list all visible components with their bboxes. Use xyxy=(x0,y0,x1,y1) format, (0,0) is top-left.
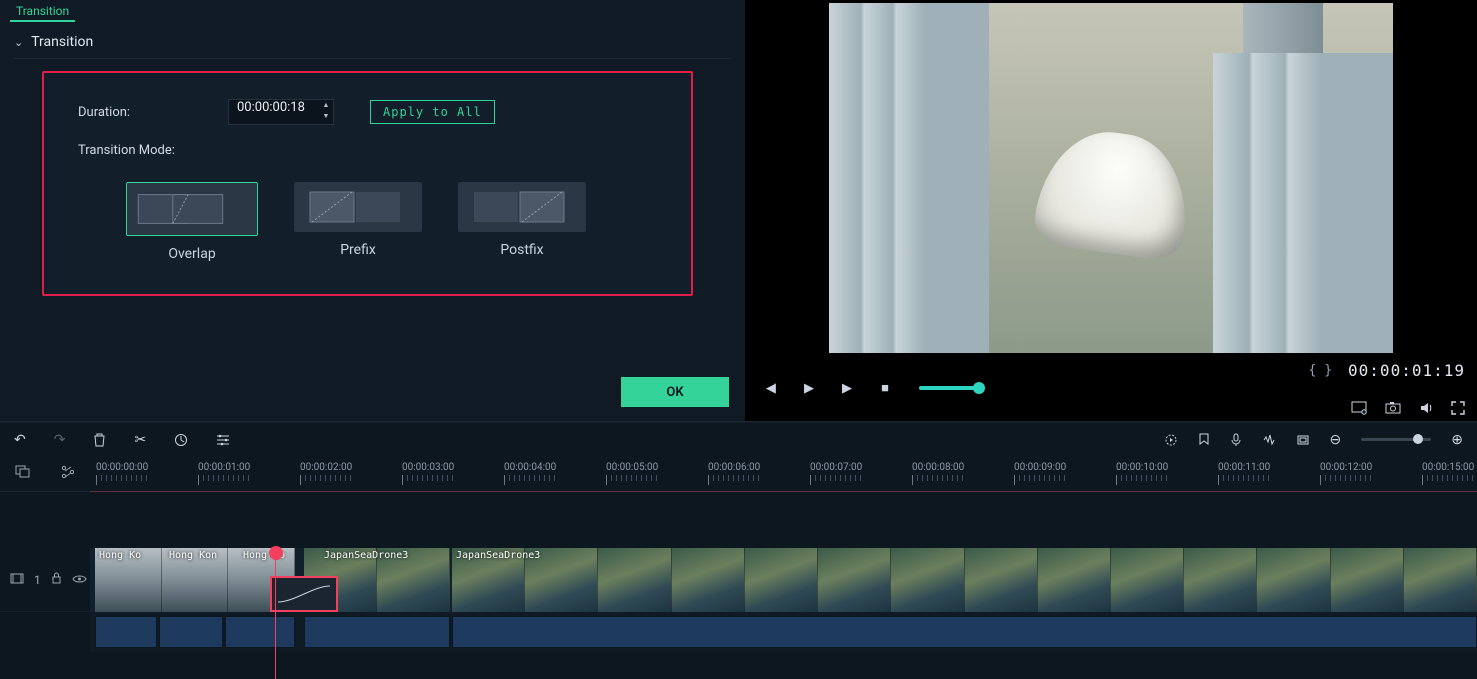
track-type-icon xyxy=(10,573,24,587)
video-track-1: 1 Hong Ko Hong Kon Hong Ko JapanSeaDrone… xyxy=(0,548,1477,612)
render-icon[interactable] xyxy=(1164,433,1178,447)
delete-icon[interactable] xyxy=(93,432,106,448)
transition-clip[interactable] xyxy=(270,576,338,612)
ruler-tick-label: 00:00:01:00 xyxy=(198,462,250,473)
mode-prefix-label: Prefix xyxy=(340,242,376,258)
undo-icon[interactable]: ↶ xyxy=(14,432,26,448)
ruler-tick-label: 00:00:05:00 xyxy=(606,462,658,473)
preview-panel: ◀| ▶ ▶ ■ { } 00:00:01:19 xyxy=(745,0,1477,421)
timeline: 00:00:00:00 00:00:01:00 00:00:02:00 00:00:0… xyxy=(0,456,1477,679)
audio-track-clips[interactable] xyxy=(90,612,1477,652)
ruler-tick-label: 00:00:15:00 xyxy=(1422,462,1474,473)
ruler-tick-label: 00:00:04:00 xyxy=(504,462,556,473)
preview-quality-icon[interactable] xyxy=(1351,401,1367,415)
audio-seg[interactable] xyxy=(304,616,450,648)
duration-step-down[interactable]: ▼ xyxy=(321,111,331,121)
video-track-clips[interactable]: Hong Ko Hong Kon Hong Ko JapanSeaDrone3 … xyxy=(90,548,1477,611)
transition-options-group: Duration: 00:00:00:18 ▲ ▼ Apply to All T… xyxy=(42,71,693,296)
chevron-down-icon: ⌄ xyxy=(14,36,23,49)
stop-button[interactable]: ■ xyxy=(875,378,895,398)
apply-to-all-button[interactable]: Apply to All xyxy=(370,100,495,124)
mode-option-prefix[interactable]: Prefix xyxy=(294,182,422,262)
zoom-out-icon[interactable]: ⊖ xyxy=(1330,432,1342,448)
tab-transition[interactable]: Transition xyxy=(10,2,75,22)
preview-frame xyxy=(829,3,1393,353)
ok-button[interactable]: OK xyxy=(621,377,729,407)
add-track-icon[interactable] xyxy=(15,465,30,482)
speed-icon[interactable] xyxy=(174,432,188,448)
ruler-tick-label: 00:00:08:00 xyxy=(912,462,964,473)
adjust-icon[interactable] xyxy=(216,432,230,448)
mode-option-overlap[interactable]: Overlap xyxy=(126,182,258,262)
volume-slider[interactable] xyxy=(919,386,979,390)
ruler-tick-label: 00:00:00:00 xyxy=(96,462,148,473)
mode-option-postfix[interactable]: Postfix xyxy=(458,182,586,262)
playhead[interactable] xyxy=(269,546,283,560)
audio-seg[interactable] xyxy=(159,616,223,648)
audio-seg[interactable] xyxy=(225,616,295,648)
duration-step-up[interactable]: ▲ xyxy=(321,100,331,110)
ruler-tick-label: 00:00:09:00 xyxy=(1014,462,1066,473)
ruler-tick-label: 00:00:07:00 xyxy=(810,462,862,473)
snapshot-icon[interactable] xyxy=(1385,401,1401,415)
split-icon[interactable]: ✂ xyxy=(134,432,146,448)
mode-overlap-label: Overlap xyxy=(168,246,215,262)
zoom-in-icon[interactable]: ⊕ xyxy=(1451,432,1463,448)
link-icon[interactable] xyxy=(61,465,75,483)
voiceover-icon[interactable] xyxy=(1230,433,1242,447)
redo-icon[interactable]: ↷ xyxy=(54,432,66,448)
duration-label: Duration: xyxy=(78,105,228,120)
preview-viewport[interactable] xyxy=(745,0,1477,355)
prev-frame-button[interactable]: ◀| xyxy=(761,378,781,398)
track-lock-icon[interactable] xyxy=(51,572,62,587)
ruler-tick-label: 00:00:12:00 xyxy=(1320,462,1372,473)
ruler-tick-label: 00:00:06:00 xyxy=(708,462,760,473)
clip-hongkong[interactable]: Hong Ko Hong Kon Hong Ko xyxy=(95,548,295,612)
ruler-tick-label: 00:00:03:00 xyxy=(402,462,454,473)
duration-input[interactable]: 00:00:00:18 xyxy=(228,99,334,125)
mute-icon[interactable] xyxy=(1419,401,1433,415)
audio-track-1 xyxy=(0,612,1477,652)
transition-mode-label: Transition Mode: xyxy=(78,143,228,158)
clip-japansea-2[interactable]: JapanSeaDrone3 xyxy=(452,548,1477,612)
section-header-transition[interactable]: ⌄ Transition xyxy=(14,34,731,59)
mode-postfix-label: Postfix xyxy=(500,242,543,258)
section-title: Transition xyxy=(31,34,93,50)
play-button[interactable]: ▶ xyxy=(837,378,857,398)
mark-in-out-icon[interactable]: { } xyxy=(1309,363,1332,378)
audio-seg[interactable] xyxy=(452,616,1477,648)
marker-icon[interactable] xyxy=(1198,433,1210,447)
track-number: 1 xyxy=(34,573,41,587)
play-backward-button[interactable]: ▶ xyxy=(799,378,819,398)
audio-mixer-icon[interactable] xyxy=(1262,433,1276,446)
ruler-tick-label: 00:00:02:00 xyxy=(300,462,352,473)
ruler-tick-label: 00:00:11:00 xyxy=(1218,462,1270,473)
timeline-toolbar: ↶ ↷ ✂ ⊖ ⊕ xyxy=(0,422,1477,456)
fullscreen-icon[interactable] xyxy=(1451,401,1465,415)
audio-seg[interactable] xyxy=(95,616,157,648)
time-ruler[interactable]: 00:00:00:00 00:00:01:00 00:00:02:00 00:00:0… xyxy=(90,456,1477,491)
preview-timecode: 00:00:01:19 xyxy=(1348,361,1465,380)
track-visible-icon[interactable] xyxy=(72,573,87,587)
zoom-slider[interactable] xyxy=(1361,438,1431,441)
crop-icon[interactable] xyxy=(1296,434,1310,446)
ruler-tick-label: 00:00:10:00 xyxy=(1116,462,1168,473)
transition-settings-panel: Transition ⌄ Transition Duration: 00:00:… xyxy=(0,0,745,421)
